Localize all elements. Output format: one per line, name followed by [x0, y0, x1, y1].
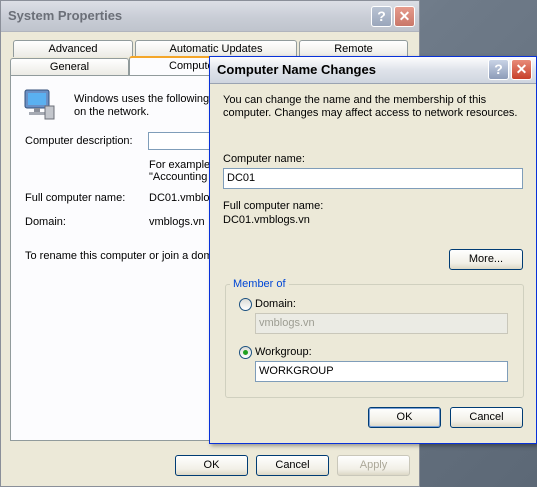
help-icon: ?: [494, 61, 503, 77]
help-icon: ?: [377, 8, 386, 24]
example-label: For example:: [149, 159, 214, 171]
rename-instructions: To rename this computer or join a doma: [25, 250, 219, 262]
dialog-help-button[interactable]: ?: [488, 59, 509, 80]
ok-button[interactable]: OK: [175, 455, 248, 476]
computer-name-input[interactable]: DC01: [223, 168, 523, 189]
intro-text-line1: Windows uses the following i: [74, 93, 215, 105]
tab-advanced[interactable]: Advanced: [13, 40, 133, 57]
domain-radio[interactable]: [239, 298, 252, 311]
dialog-description-line2: computer. Changes may affect access to n…: [223, 107, 518, 119]
tab-computer-name[interactable]: Compute: [129, 56, 219, 75]
tab-automatic-updates[interactable]: Automatic Updates: [135, 40, 297, 57]
workgroup-radio[interactable]: [239, 346, 252, 359]
apply-button: Apply: [337, 455, 410, 476]
member-of-label: Member of: [230, 278, 289, 290]
domain-label: Domain:: [25, 216, 66, 228]
radio-selected-dot: [243, 350, 248, 355]
workgroup-input[interactable]: WORKGROUP: [255, 361, 508, 382]
tab-label: Automatic Updates: [169, 43, 263, 55]
close-icon: ✕: [398, 8, 411, 24]
dialog-ok-button[interactable]: OK: [368, 407, 441, 428]
dialog-cancel-button[interactable]: Cancel: [450, 407, 523, 428]
domain-value: vmblogs.vn: [149, 216, 205, 228]
close-icon: ✕: [515, 61, 528, 77]
tab-label: Advanced: [48, 43, 98, 55]
computer-icon: [24, 89, 55, 120]
system-properties-titlebar[interactable]: System Properties ? ✕: [1, 1, 419, 32]
cancel-button[interactable]: Cancel: [256, 455, 329, 476]
window-title: System Properties: [8, 8, 123, 23]
tab-label: General: [49, 61, 90, 73]
tab-label: Remote: [334, 43, 373, 55]
dialog-title: Computer Name Changes: [217, 62, 376, 77]
dialog-full-name-label: Full computer name:: [223, 200, 324, 212]
workgroup-option-label: Workgroup:: [255, 346, 312, 358]
example-value: "Accounting: [149, 171, 208, 183]
full-computer-name-label: Full computer name:: [25, 192, 126, 204]
intro-text-line2: on the network.: [74, 106, 150, 118]
more-button[interactable]: More...: [449, 249, 523, 270]
dialog-titlebar[interactable]: Computer Name Changes ? ✕: [210, 57, 536, 84]
computer-description-label: Computer description:: [25, 135, 133, 147]
dialog-description-line1: You can change the name and the membersh…: [223, 94, 487, 106]
tab-remote[interactable]: Remote: [299, 40, 408, 57]
domain-option-label: Domain:: [255, 298, 296, 310]
close-button[interactable]: ✕: [394, 6, 415, 27]
computer-name-changes-dialog: Computer Name Changes ? ✕ You can change…: [209, 56, 537, 444]
tab-general[interactable]: General: [10, 58, 129, 75]
dialog-full-name-value: DC01.vmblogs.vn: [223, 214, 310, 226]
help-button[interactable]: ?: [371, 6, 392, 27]
tab-label: Compute: [169, 60, 214, 72]
dialog-close-button[interactable]: ✕: [511, 59, 532, 80]
domain-input: vmblogs.vn: [255, 313, 508, 334]
computer-name-label: Computer name:: [223, 153, 305, 165]
